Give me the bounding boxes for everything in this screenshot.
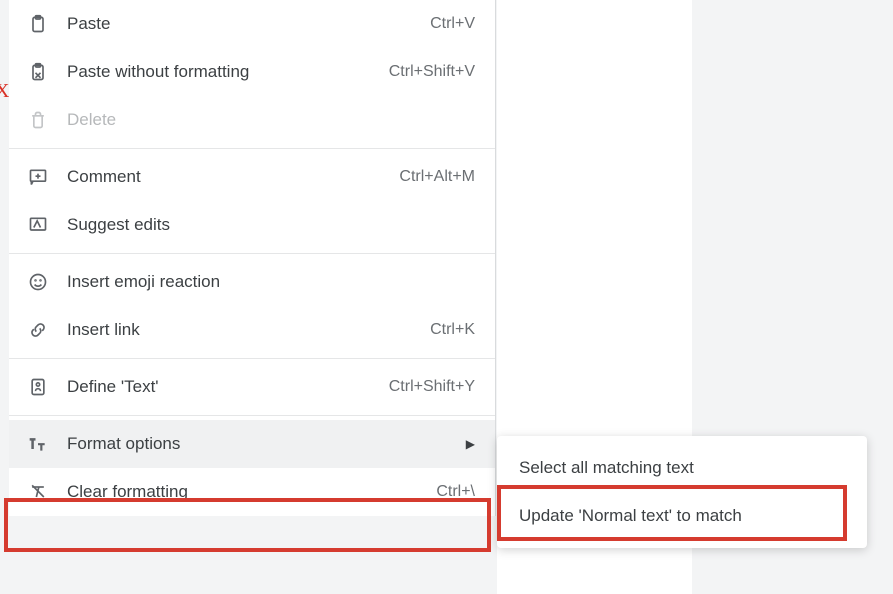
menu-label: Comment <box>67 167 399 187</box>
menu-paste-without-formatting[interactable]: Paste without formatting Ctrl+Shift+V <box>9 48 495 96</box>
trash-icon <box>27 109 49 131</box>
dictionary-icon <box>27 376 49 398</box>
suggest-edits-icon <box>27 214 49 236</box>
menu-shortcut: Ctrl+Shift+V <box>389 63 475 81</box>
menu-shortcut: Ctrl+Shift+Y <box>389 378 475 396</box>
submenu-select-matching[interactable]: Select all matching text <box>497 444 867 492</box>
menu-shortcut: Ctrl+Alt+M <box>399 168 475 186</box>
menu-label: Suggest edits <box>67 215 475 235</box>
clipboard-icon <box>27 13 49 35</box>
submenu-update-normal[interactable]: Update 'Normal text' to match <box>497 492 867 540</box>
menu-shortcut: Ctrl+V <box>430 15 475 33</box>
menu-suggest-edits[interactable]: Suggest edits <box>9 201 495 249</box>
link-icon <box>27 319 49 341</box>
clipboard-x-icon <box>27 61 49 83</box>
format-options-icon <box>27 433 49 455</box>
menu-label: Paste without formatting <box>67 62 389 82</box>
separator <box>9 148 495 149</box>
submenu-label: Select all matching text <box>519 458 694 478</box>
separator <box>9 253 495 254</box>
menu-shortcut: Ctrl+\ <box>436 483 475 501</box>
menu-label: Insert link <box>67 320 430 340</box>
comment-icon <box>27 166 49 188</box>
menu-label: Paste <box>67 14 430 34</box>
menu-format-options[interactable]: Format options ▶ <box>9 420 495 468</box>
menu-label: Clear formatting <box>67 482 436 502</box>
separator <box>9 358 495 359</box>
format-options-submenu: Select all matching text Update 'Normal … <box>497 436 867 548</box>
submenu-arrow-icon: ▶ <box>465 437 475 451</box>
menu-paste[interactable]: Paste Ctrl+V <box>9 0 495 48</box>
menu-comment[interactable]: Comment Ctrl+Alt+M <box>9 153 495 201</box>
menu-label: Delete <box>67 110 475 130</box>
menu-shortcut: Ctrl+K <box>430 321 475 339</box>
menu-label: Insert emoji reaction <box>67 272 475 292</box>
context-menu: Paste Ctrl+V Paste without formatting Ct… <box>9 0 496 516</box>
menu-insert-link[interactable]: Insert link Ctrl+K <box>9 306 495 354</box>
submenu-label: Update 'Normal text' to match <box>519 506 742 526</box>
separator <box>9 415 495 416</box>
emoji-icon <box>27 271 49 293</box>
menu-clear-formatting[interactable]: Clear formatting Ctrl+\ <box>9 468 495 516</box>
menu-label: Format options <box>67 434 465 454</box>
menu-label: Define 'Text' <box>67 377 389 397</box>
menu-delete: Delete <box>9 96 495 144</box>
clear-formatting-icon <box>27 481 49 503</box>
menu-insert-emoji[interactable]: Insert emoji reaction <box>9 258 495 306</box>
menu-define[interactable]: Define 'Text' Ctrl+Shift+Y <box>9 363 495 411</box>
